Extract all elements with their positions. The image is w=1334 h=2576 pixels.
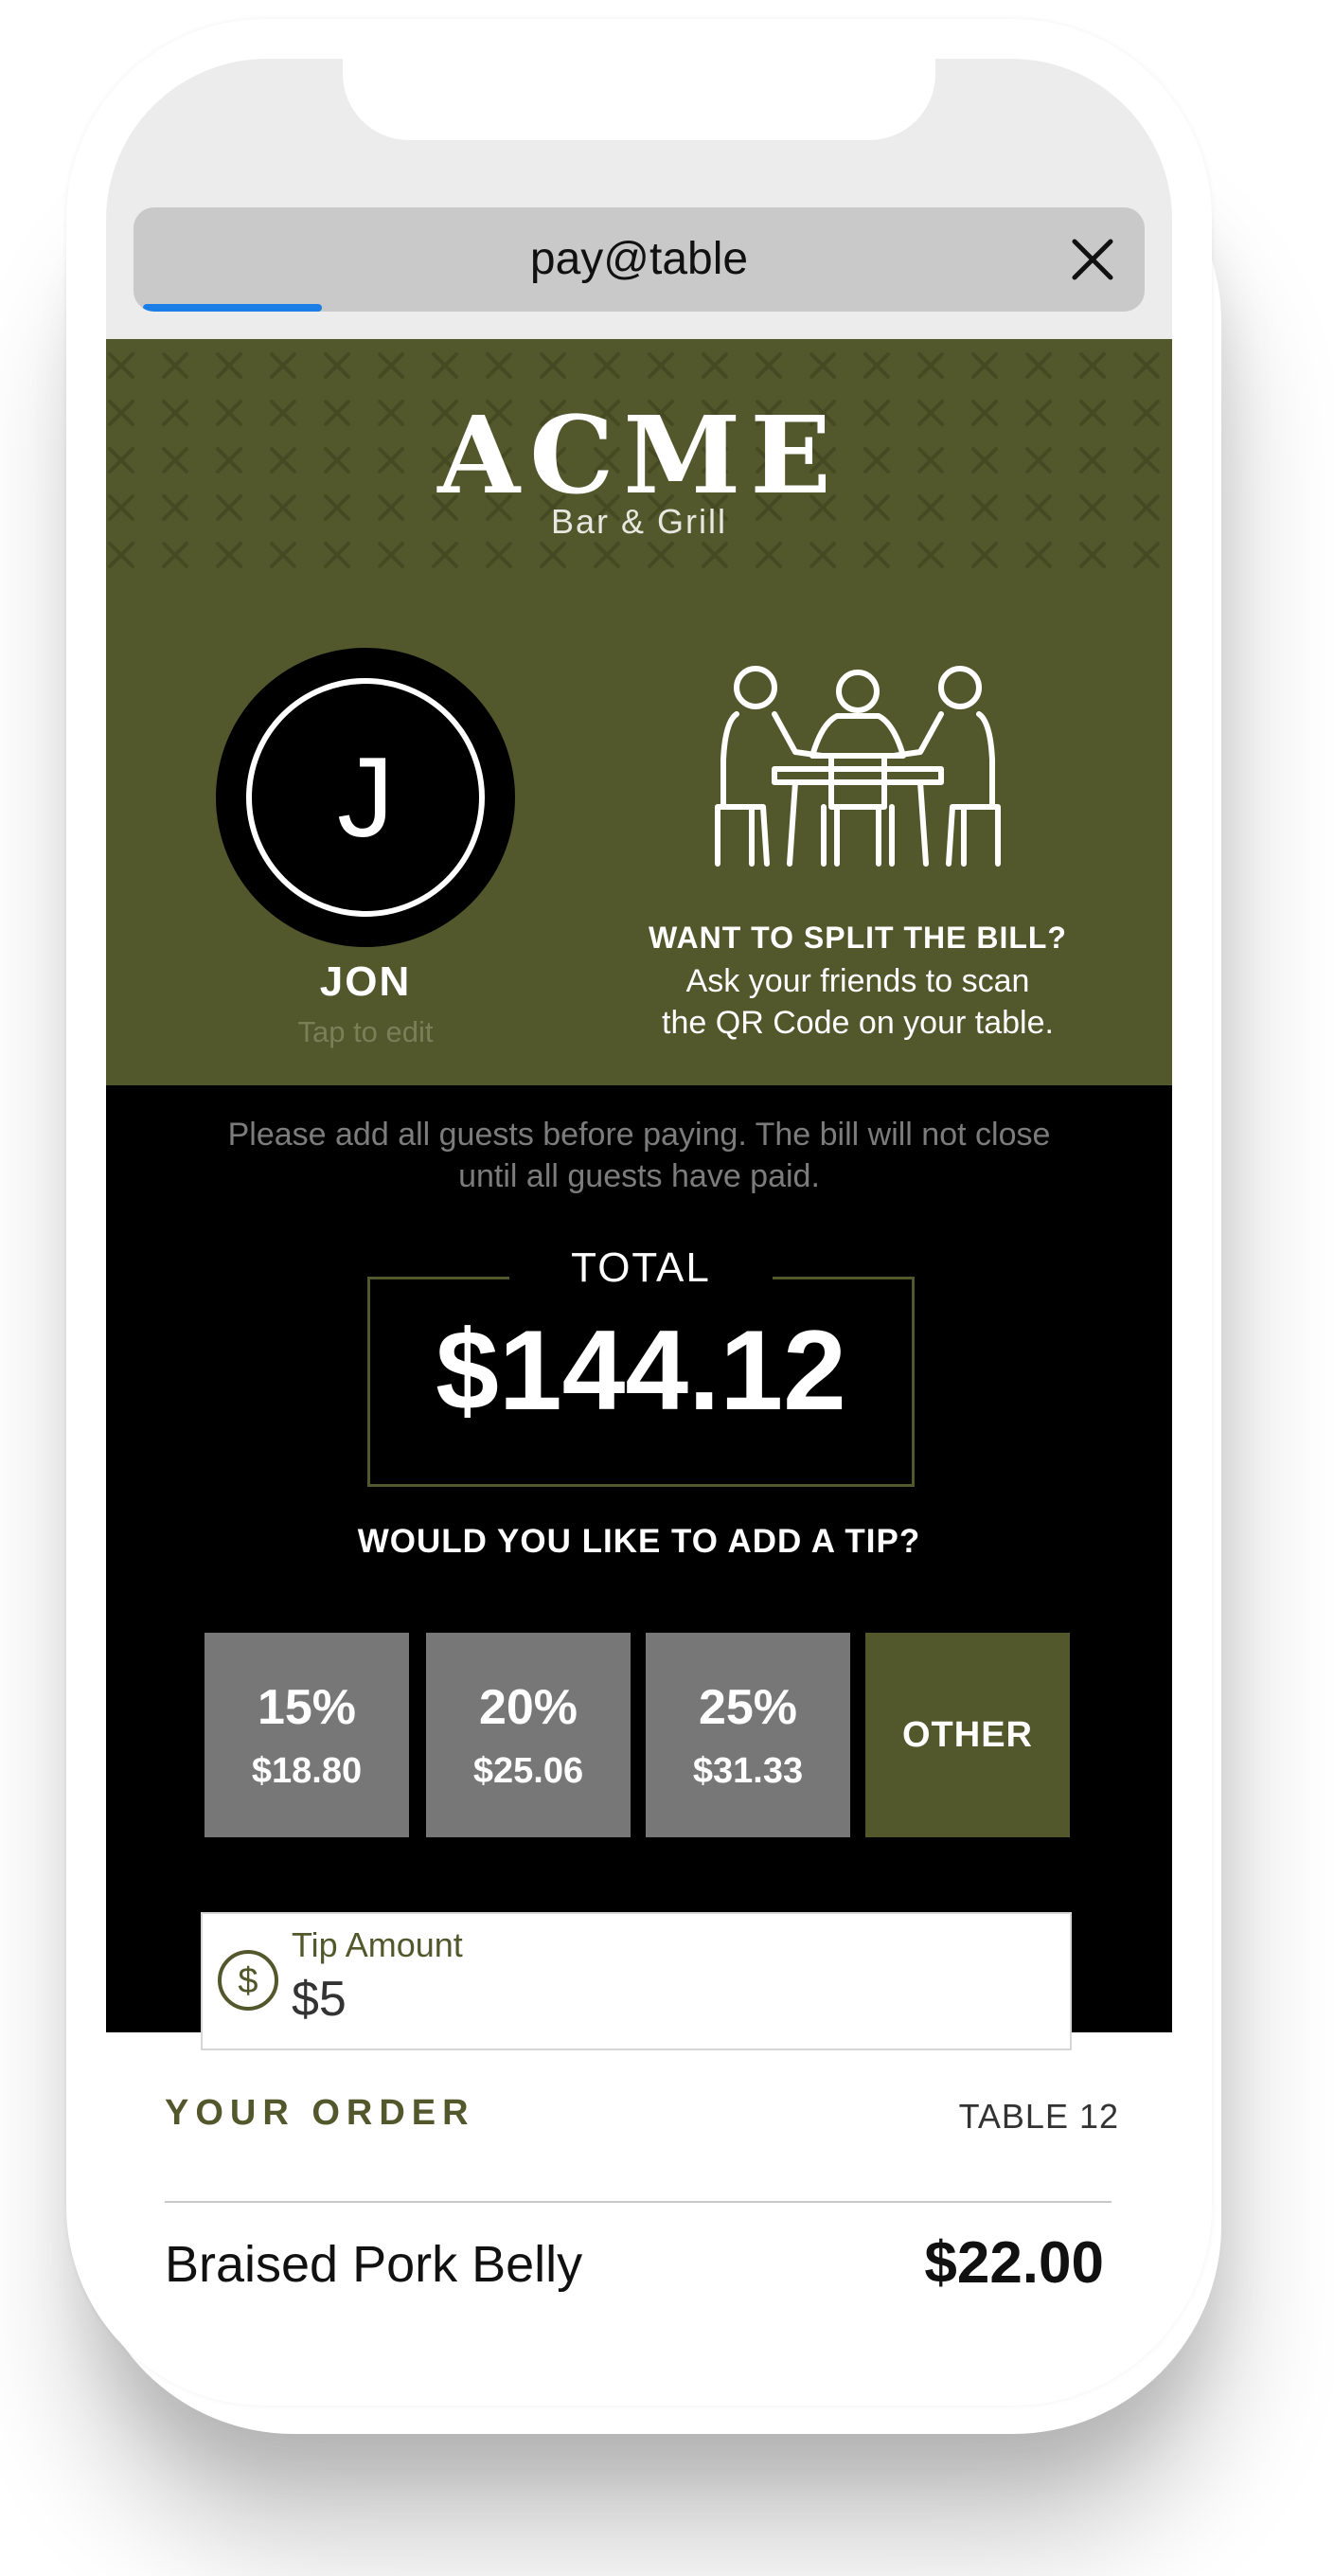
svg-text:$: $ [238, 1961, 258, 2001]
divider [165, 2201, 1112, 2203]
tip-amount-label: Tip Amount [292, 1925, 463, 1964]
tip-percent: 20% [478, 1679, 578, 1735]
tip-option-other[interactable]: OTHER [865, 1633, 1070, 1837]
tip-amount-value[interactable]: $5 [292, 1971, 347, 2028]
tip-option-15[interactable]: 15% $18.80 [205, 1633, 409, 1837]
people-at-table-illustration [715, 666, 1001, 867]
dollar-icon: $ [218, 1950, 278, 2011]
guest-name[interactable]: JON [216, 958, 515, 1006]
tip-percent: 15% [257, 1679, 357, 1735]
split-bill-line: the QR Code on your table. [662, 1005, 1054, 1041]
total-label: TOTAL [509, 1244, 773, 1292]
tip-amount-field[interactable]: $ Tip Amount $5 [201, 1912, 1072, 2050]
avatar-ring: J [246, 678, 485, 917]
tip-amount: $25.06 [472, 1750, 584, 1791]
split-bill-title: WANT TO SPLIT THE BILL? [649, 921, 1067, 955]
total-amount: $144.12 [436, 1307, 846, 1434]
tip-amount: $31.33 [692, 1750, 804, 1791]
phone-frame: pay@table ACME Bar & Grill J JON Tap to … [66, 19, 1212, 2406]
split-bill-line: Ask your friends to scan [685, 963, 1030, 999]
avatar[interactable]: J [216, 648, 515, 947]
guest-notice: Please add all guests before paying. The… [144, 1114, 1134, 1197]
tip-percent: 25% [698, 1679, 798, 1735]
restaurant-name: ACME [437, 394, 841, 518]
split-bill-instructions: Ask your friends to scan the QR Code on … [576, 960, 1140, 1044]
phone-notch [343, 59, 935, 140]
tip-option-25[interactable]: 25% $31.33 [646, 1633, 850, 1837]
tip-amount: $18.80 [251, 1750, 363, 1791]
bill-panel: Please add all guests before paying. The… [106, 1085, 1172, 2050]
restaurant-subtitle: Bar & Grill [550, 502, 728, 541]
page-load-progress [143, 304, 322, 312]
tip-option-20[interactable]: 20% $25.06 [426, 1633, 631, 1837]
order-item-price: $22.00 [924, 2230, 1104, 2296]
restaurant-header: ACME Bar & Grill J JON Tap to edit WANT … [106, 339, 1172, 1085]
browser-chrome: pay@table [106, 59, 1172, 339]
close-icon[interactable] [1069, 236, 1116, 283]
order-title: YOUR ORDER [165, 2093, 475, 2133]
order-item-name: Braised Pork Belly [165, 2236, 583, 2293]
tip-other-label: OTHER [902, 1714, 1033, 1755]
notice-line: until all guests have paid. [458, 1158, 820, 1194]
tip-question: WOULD YOU LIKE TO ADD A TIP? [357, 1523, 921, 1560]
address-bar[interactable]: pay@table [133, 207, 1145, 312]
table-number: TABLE 12 [958, 2097, 1119, 2136]
page-title: pay@table [529, 234, 749, 284]
edit-hint[interactable]: Tap to edit [216, 1015, 515, 1049]
avatar-initial: J [337, 734, 394, 861]
phone-screen: pay@table ACME Bar & Grill J JON Tap to … [106, 59, 1172, 2366]
notice-line: Please add all guests before paying. The… [227, 1117, 1051, 1153]
